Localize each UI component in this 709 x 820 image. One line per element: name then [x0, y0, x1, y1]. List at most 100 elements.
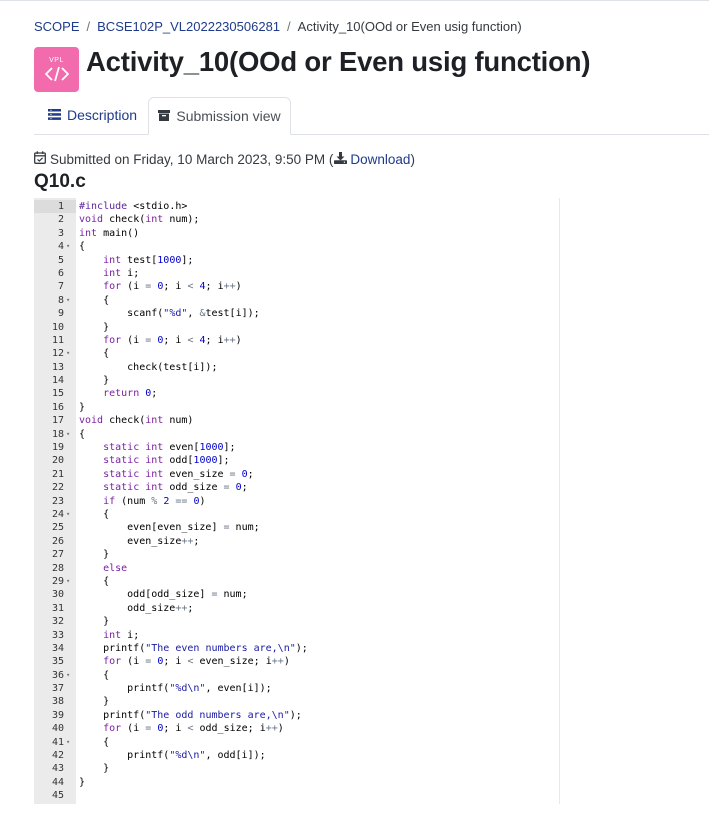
line-number: 18 — [51, 428, 64, 440]
tab-submission-view[interactable]: Submission view — [148, 97, 291, 135]
line-number: 26 — [51, 535, 64, 547]
line-number: 3 — [57, 227, 64, 239]
code-line: 38 } — [34, 695, 560, 708]
code-line: 41 ▾ { — [34, 736, 560, 749]
line-number: 41 — [51, 736, 64, 748]
code-line: 28 else — [34, 562, 560, 575]
fold-toggle-icon[interactable]: ▾ — [66, 508, 70, 521]
code-text: { — [79, 736, 110, 748]
archive-icon — [158, 108, 171, 124]
tab-description-label: Description — [67, 107, 138, 123]
code-text: odd[odd_size] = num; — [79, 589, 248, 601]
tab-submission-label: Submission view — [176, 108, 281, 124]
line-number: 31 — [51, 602, 64, 614]
code-line: 21 static int even_size = 0; — [34, 468, 560, 481]
code-line: 17 void check(int num) — [34, 414, 560, 427]
code-line: 19 static int even[1000]; — [34, 441, 560, 454]
line-number: 39 — [51, 709, 64, 721]
breadcrumb-separator: / — [287, 19, 291, 34]
code-text: { — [79, 428, 86, 440]
tab-description[interactable]: Description — [34, 97, 151, 133]
code-line: 30 odd[odd_size] = num; — [34, 588, 560, 601]
breadcrumb-link-course[interactable]: SCOPE — [34, 19, 80, 34]
line-number: 13 — [51, 361, 64, 373]
line-number: 20 — [51, 455, 64, 467]
line-number: 29 — [51, 575, 64, 587]
code-line: 12 ▾ { — [34, 347, 560, 360]
code-line: 27 } — [34, 548, 560, 561]
code-line: 36 ▾ { — [34, 669, 560, 682]
breadcrumb-link-section[interactable]: BCSE102P_VL2022230506281 — [97, 19, 280, 34]
fold-toggle-icon[interactable]: ▾ — [66, 575, 70, 588]
code-line: 16} — [34, 401, 560, 414]
fold-toggle-icon[interactable]: ▾ — [66, 736, 70, 749]
calendar-check-icon — [34, 151, 46, 167]
code-text: printf("%d\n", even[i]); — [79, 683, 272, 695]
code-text: printf("The odd numbers are,\n"); — [79, 709, 302, 721]
code-line: 34 printf("The even numbers are,\n"); — [34, 642, 560, 655]
line-number: 5 — [57, 254, 64, 266]
code-line: 37 printf("%d\n", even[i]); — [34, 682, 560, 695]
fold-toggle-icon[interactable]: ▾ — [66, 347, 70, 360]
line-number: 45 — [51, 790, 64, 802]
code-text: } — [79, 321, 110, 333]
download-icon — [334, 151, 348, 167]
line-number: 43 — [51, 763, 64, 775]
code-text: { — [79, 508, 110, 520]
code-text: static int odd[1000]; — [103, 455, 230, 467]
code-text: { — [79, 294, 110, 306]
fold-toggle-icon[interactable]: ▾ — [66, 294, 70, 307]
fold-toggle-icon[interactable]: ▾ — [66, 669, 70, 682]
code-line: 3 int main() — [34, 227, 560, 240]
code-text: { — [79, 575, 110, 587]
vpl-icon-label: VPL — [49, 57, 64, 64]
code-text: scanf("%d", &test[i]); — [79, 308, 260, 320]
line-number: 21 — [51, 468, 64, 480]
code-text: #include <stdio.h> — [79, 201, 188, 212]
code-lines: 1 #include <stdio.h> 2 void check(int num);… — [34, 200, 560, 803]
code-text: static int even_size = 0; — [103, 468, 254, 480]
code-text: else — [103, 562, 128, 574]
code-text: if (num % 2 == 0) — [103, 495, 206, 507]
code-line: 31 odd_size++; — [34, 602, 560, 615]
submission-info: Submitted on Friday, 10 March 2023, 9:50… — [34, 151, 415, 167]
line-number: 19 — [51, 442, 64, 454]
file-name: Q10.c — [34, 171, 86, 192]
code-text: return 0; — [103, 388, 158, 400]
code-line: 10 } — [34, 321, 560, 334]
line-number: 6 — [57, 267, 64, 279]
code-line: 22 static int odd_size = 0; — [34, 481, 560, 494]
line-number: 42 — [51, 750, 64, 762]
line-number: 23 — [51, 495, 64, 507]
code-text: } — [79, 776, 86, 788]
code-text: for (i = 0; i < 4; i++) — [103, 281, 242, 293]
page-title: Activity_10(OOd or Even usig function) — [86, 46, 591, 77]
code-editor[interactable]: 1 #include <stdio.h> 2 void check(int num);… — [34, 198, 560, 804]
code-text: static int odd_size = 0; — [103, 482, 248, 494]
code-text: for (i = 0; i < odd_size; i++) — [103, 723, 284, 735]
line-number: 30 — [51, 589, 64, 601]
code-line: 15 return 0; — [34, 387, 560, 400]
code-text: int i; — [103, 267, 140, 279]
code-line: 5 int test[1000]; — [34, 254, 560, 267]
code-line: 18 ▾ { — [34, 428, 560, 441]
line-number: 1 — [57, 201, 64, 212]
fold-toggle-icon[interactable]: ▾ — [66, 428, 70, 441]
code-text: { — [79, 348, 110, 360]
code-line: 11 for (i = 0; i < 4; i++) — [34, 334, 560, 347]
line-number: 34 — [51, 642, 64, 654]
code-line: 43 } — [34, 762, 560, 775]
code-text: for (i = 0; i < 4; i++) — [103, 334, 242, 346]
code-line: 23 if (num % 2 == 0) — [34, 495, 560, 508]
code-text: odd_size++; — [79, 602, 194, 614]
code-line: 40 for (i = 0; i < odd_size; i++) — [34, 722, 560, 735]
line-number: 32 — [51, 616, 64, 628]
fold-toggle-icon[interactable]: ▾ — [66, 240, 70, 253]
code-text: int main() — [79, 227, 140, 239]
line-number: 10 — [51, 321, 64, 333]
code-line: 7 for (i = 0; i < 4; i++) — [34, 280, 560, 293]
close-paren: ) — [410, 151, 415, 167]
line-number: 17 — [51, 415, 64, 427]
code-text: { — [79, 669, 110, 681]
download-link[interactable]: Download — [333, 151, 410, 167]
